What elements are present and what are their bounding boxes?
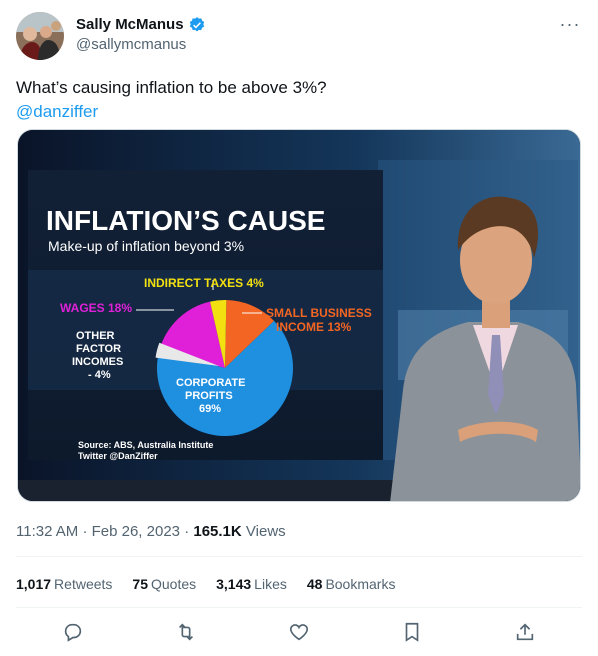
likes-count: 3,143 bbox=[216, 576, 252, 592]
label-small-business-2: INCOME 13% bbox=[276, 320, 352, 334]
retweets-count: 1,017 bbox=[16, 576, 52, 592]
retweets-label: Retweets bbox=[54, 576, 113, 592]
label-other-4: - 4% bbox=[88, 369, 111, 381]
share-icon bbox=[517, 623, 534, 641]
separator: · bbox=[82, 523, 92, 540]
verified-badge-icon bbox=[189, 17, 204, 32]
tweet-header: Sally McManus @sallymcmanus ··· bbox=[16, 12, 582, 60]
tweet-body: What’s causing inflation to be above 3%? bbox=[16, 78, 327, 97]
like-button[interactable] bbox=[282, 618, 316, 646]
label-wages: WAGES 18% bbox=[60, 301, 132, 315]
retweet-icon bbox=[178, 623, 193, 641]
user-handle[interactable]: @sallymcmanus bbox=[76, 35, 206, 55]
label-other-2: FACTOR bbox=[76, 343, 121, 355]
views-label: Views bbox=[245, 523, 286, 540]
label-indirect-taxes: INDIRECT TAXES 4% bbox=[144, 276, 264, 290]
label-corporate-2: PROFITS bbox=[185, 390, 233, 402]
label-other-3: INCOMES bbox=[72, 356, 123, 368]
more-icon[interactable]: ··· bbox=[558, 14, 582, 38]
quotes-label: Quotes bbox=[150, 576, 197, 592]
retweet-button[interactable] bbox=[169, 618, 203, 646]
mention-link[interactable]: @danziffer bbox=[16, 100, 582, 124]
label-corporate-3: 69% bbox=[199, 403, 221, 415]
media-title: INFLATION’S CAUSE bbox=[46, 205, 325, 236]
likes-label: Likes bbox=[254, 576, 287, 592]
tweet-meta: 11:32 AM · Feb 26, 2023 · 165.1K Views bbox=[16, 522, 286, 542]
views-count: 165.1K bbox=[193, 523, 242, 540]
source-line-2: Twitter @DanZiffer bbox=[78, 451, 158, 461]
tweet-time[interactable]: 11:32 AM bbox=[16, 523, 78, 540]
bookmarks-label: Bookmarks bbox=[325, 576, 396, 592]
quotes-count: 75 bbox=[132, 576, 148, 592]
divider bbox=[16, 607, 582, 608]
bookmark-icon bbox=[405, 622, 419, 642]
separator: · bbox=[184, 523, 194, 540]
quotes-stat[interactable]: 75 Quotes bbox=[132, 574, 196, 594]
label-other-1: OTHER bbox=[76, 330, 115, 342]
tweet-text: What’s causing inflation to be above 3%?… bbox=[16, 76, 582, 124]
action-bar bbox=[16, 618, 582, 646]
bookmark-button[interactable] bbox=[395, 618, 429, 646]
label-small-business-1: SMALL BUSINESS bbox=[266, 306, 372, 320]
like-icon bbox=[289, 624, 308, 641]
likes-stat[interactable]: 3,143 Likes bbox=[216, 574, 287, 594]
tweet-media[interactable]: INFLATION’S CAUSE Make-up of inflation b… bbox=[17, 129, 581, 502]
display-name[interactable]: Sally McManus bbox=[76, 15, 206, 35]
tweet-date[interactable]: Feb 26, 2023 bbox=[92, 523, 180, 540]
reply-icon bbox=[64, 623, 81, 642]
media-image: INFLATION’S CAUSE Make-up of inflation b… bbox=[18, 130, 580, 501]
source-line-1: Source: ABS, Australia Institute bbox=[78, 440, 213, 450]
media-subtitle: Make-up of inflation beyond 3% bbox=[48, 238, 244, 254]
reply-button[interactable] bbox=[56, 618, 90, 646]
label-corporate-1: CORPORATE bbox=[176, 377, 245, 389]
retweets-stat[interactable]: 1,017 Retweets bbox=[16, 574, 112, 594]
divider bbox=[16, 556, 582, 557]
display-name-text[interactable]: Sally McManus bbox=[76, 15, 184, 35]
share-button[interactable] bbox=[508, 618, 542, 646]
engagement-stats: 1,017 Retweets 75 Quotes 3,143 Likes 48 Book… bbox=[16, 574, 395, 594]
avatar[interactable] bbox=[16, 12, 64, 60]
bookmarks-count: 48 bbox=[306, 576, 323, 592]
bookmarks-stat[interactable]: 48 Bookmarks bbox=[307, 574, 396, 594]
